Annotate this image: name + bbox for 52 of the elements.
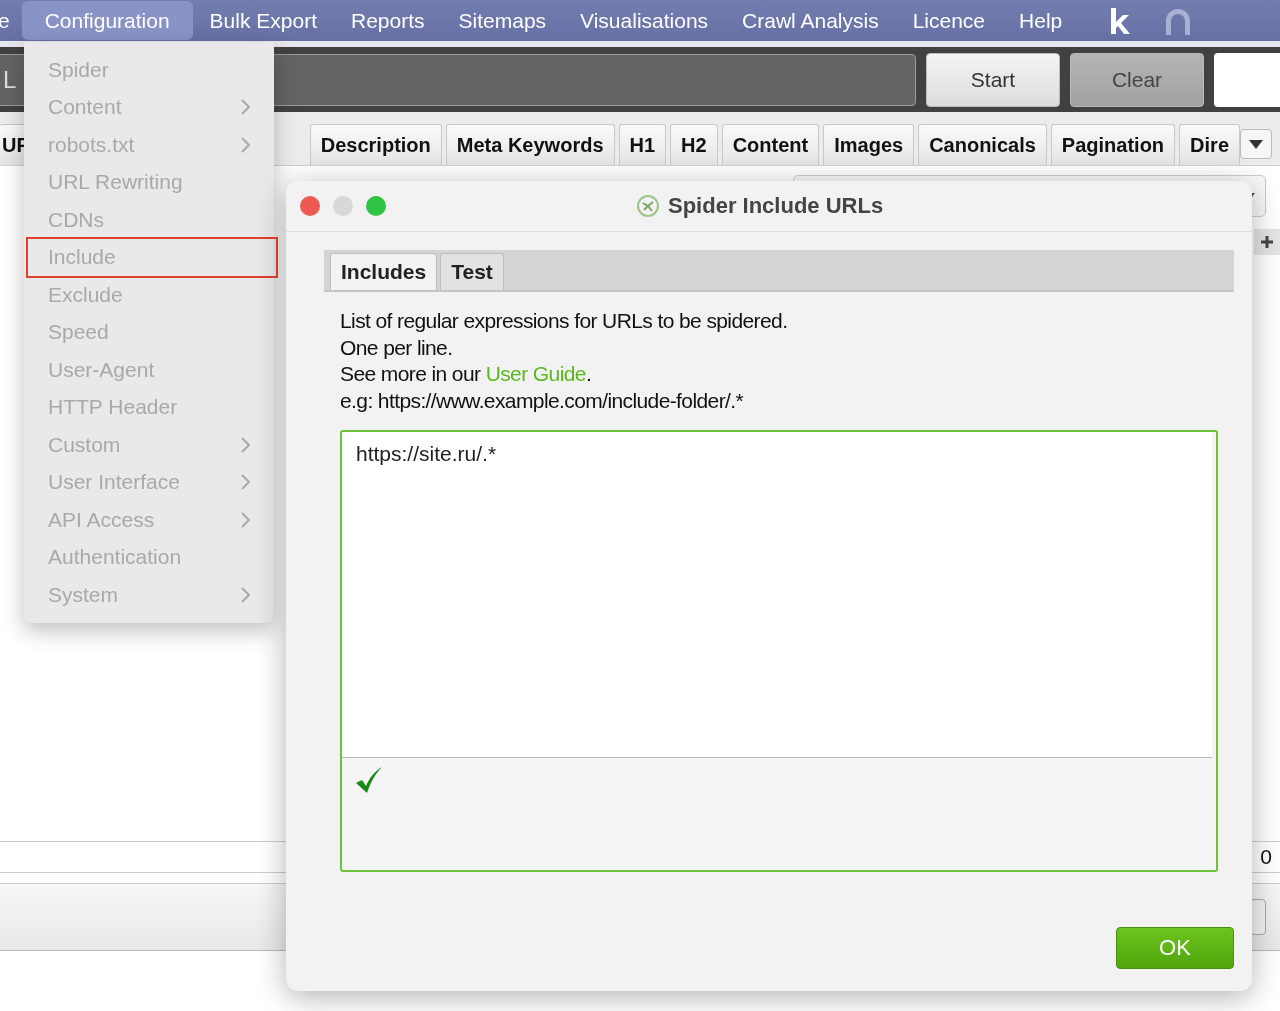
zoom-icon[interactable] [366, 196, 386, 216]
menu-bar-item[interactable]: Visualisations [563, 1, 726, 40]
tab[interactable]: Dire [1179, 124, 1240, 165]
logo-icon[interactable] [1109, 7, 1132, 34]
caret-icon [1249, 139, 1263, 149]
menu-bar-item[interactable]: Licence [895, 1, 1003, 40]
menu-bar-item[interactable]: Bulk Export [192, 1, 334, 40]
regex-editor[interactable]: https://site.ru/.* [340, 430, 1218, 872]
app-logo-icon [636, 194, 660, 218]
menu-bar-item[interactable]: Sitemaps [441, 1, 564, 40]
menu-item-label: Include [48, 245, 116, 270]
menu-item-label: Speed [48, 320, 109, 345]
tab[interactable]: H2 [670, 124, 718, 165]
tab[interactable]: Images [823, 124, 915, 165]
menu-item-label: Authentication [48, 545, 182, 570]
toolbar-button[interactable]: Start [926, 52, 1060, 107]
tab[interactable]: Content [721, 124, 820, 165]
tab[interactable]: Includes [330, 253, 438, 290]
count-value: 0 [1260, 845, 1272, 869]
plus-icon[interactable] [1254, 229, 1280, 255]
description-text: One per line. [340, 334, 454, 361]
description-text: List of regular expressions for URLs to be spidered. [340, 308, 789, 334]
tab[interactable]: H1 [618, 124, 667, 165]
menu-item-label: Custom [48, 432, 121, 457]
minimize-icon[interactable] [333, 196, 353, 216]
example-text: e.g: https://www.example.com/include-folder/.* [340, 387, 745, 414]
menu-item-label: User Interface [48, 470, 180, 495]
menu-item-label: URL Rewriting [48, 170, 183, 195]
menu-item-label: User-Agent [48, 357, 155, 382]
menu-item-label: System [48, 582, 118, 607]
menu-bar-item[interactable]: Reports [334, 1, 442, 40]
tab[interactable]: Meta Keywords [445, 124, 615, 165]
tab[interactable]: Pagination [1050, 124, 1176, 165]
menu-item-label: HTTP Header [48, 395, 178, 420]
user-guide-link[interactable]: User Guide [485, 362, 586, 385]
menu-item-label: Exclude [48, 282, 123, 307]
dropdown-button[interactable] [1240, 129, 1272, 159]
menu-bar-item[interactable]: Help [1002, 1, 1080, 40]
menu-bar-item[interactable]: Configuration [21, 1, 193, 40]
close-icon[interactable] [300, 196, 320, 216]
input-field[interactable] [1214, 52, 1280, 107]
ok-button[interactable]: OK [1116, 927, 1234, 969]
menu-item-label: CDNs [48, 207, 104, 232]
tab[interactable]: Test [440, 253, 504, 290]
menu-item-label: API Access [48, 507, 155, 532]
menu-bar-item[interactable]: Crawl Analysis [725, 1, 896, 40]
description-text: See more in our User Guide. [340, 361, 593, 387]
tab[interactable]: Canonicals [918, 124, 1047, 165]
menu-item-label: robots.txt [48, 132, 135, 157]
menu-item-label: Spider [48, 57, 109, 82]
tab[interactable]: Description [309, 124, 442, 165]
dialog-title: Spider Include URLs [668, 193, 884, 219]
